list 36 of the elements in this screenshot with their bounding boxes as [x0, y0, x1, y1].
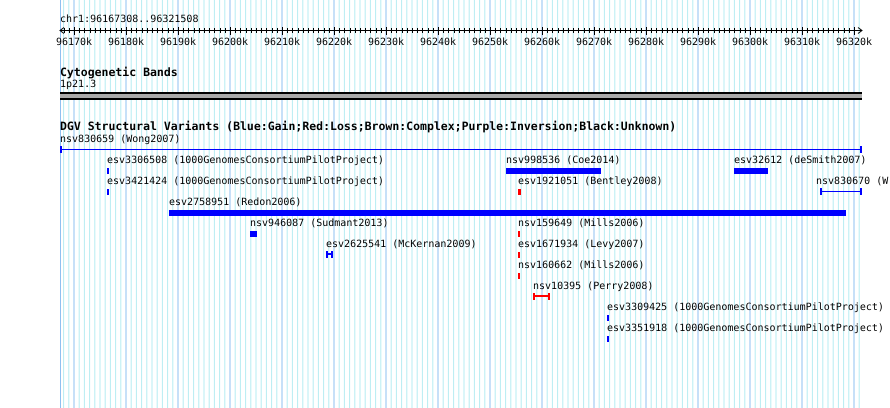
tick-label: 96200k — [212, 37, 248, 48]
variant-label: nsv160662 (Mills2006) — [518, 260, 644, 271]
tick-label: 96320k — [836, 37, 872, 48]
track-title: Cytogenetic Bands — [60, 66, 178, 79]
band-label: 1p21.3 — [60, 79, 96, 91]
variant-label: nsv946087 (Sudmant2013) — [250, 218, 388, 229]
tick-label: 96220k — [316, 37, 352, 48]
tick-label: 96270k — [576, 37, 612, 48]
variant-label: nsv159649 (Mills2006) — [518, 218, 644, 229]
tick-label: 96170k — [56, 37, 92, 48]
tick-label: 96260k — [524, 37, 560, 48]
variant-label: esv32612 (deSmith2007) — [734, 155, 866, 166]
track-title: DGV Structural Variants (Blue:Gain;Red:Loss;Brown:Complex;Purple:Inversion;Black:Unknown) — [60, 120, 676, 133]
tick-label: 96190k — [160, 37, 196, 48]
tick-label: 96300k — [732, 37, 768, 48]
tick-label: 96290k — [680, 37, 716, 48]
tick-label: 96240k — [420, 37, 456, 48]
tick-label: 96210k — [264, 37, 300, 48]
variant-label: esv1921051 (Bentley2008) — [518, 176, 662, 187]
tick-label: 96230k — [368, 37, 404, 48]
variant-label: esv3306508 (1000GenomesConsortiumPilotProject) — [107, 155, 384, 166]
variant-label: esv2758951 (Redon2006) — [169, 197, 302, 208]
variant-label: esv3421424 (1000GenomesConsortiumPilotProject) — [107, 176, 384, 187]
tick-label: 96180k — [108, 37, 144, 48]
tick-label: 96310k — [784, 37, 820, 48]
variant-label: nsv10395 (Perry2008) — [533, 281, 654, 292]
variant-label: esv3309425 (1000GenomesConsortiumPilotProject) — [607, 302, 884, 313]
region-label: chr1:96167308..96321508 — [60, 14, 198, 26]
variant-label: esv2625541 (McKernan2009) — [326, 239, 477, 250]
variant-label: nsv830670 (W — [816, 176, 888, 187]
variant-label: nsv830659 (Wong2007) — [60, 134, 180, 145]
variant-label: esv3351918 (1000GenomesConsortiumPilotProject) — [607, 323, 884, 334]
tick-label: 96250k — [472, 37, 508, 48]
variant-label: nsv998536 (Coe2014) — [506, 155, 620, 166]
variant-label: esv1671934 (Levy2007) — [518, 239, 644, 250]
tick-label: 96280k — [628, 37, 664, 48]
